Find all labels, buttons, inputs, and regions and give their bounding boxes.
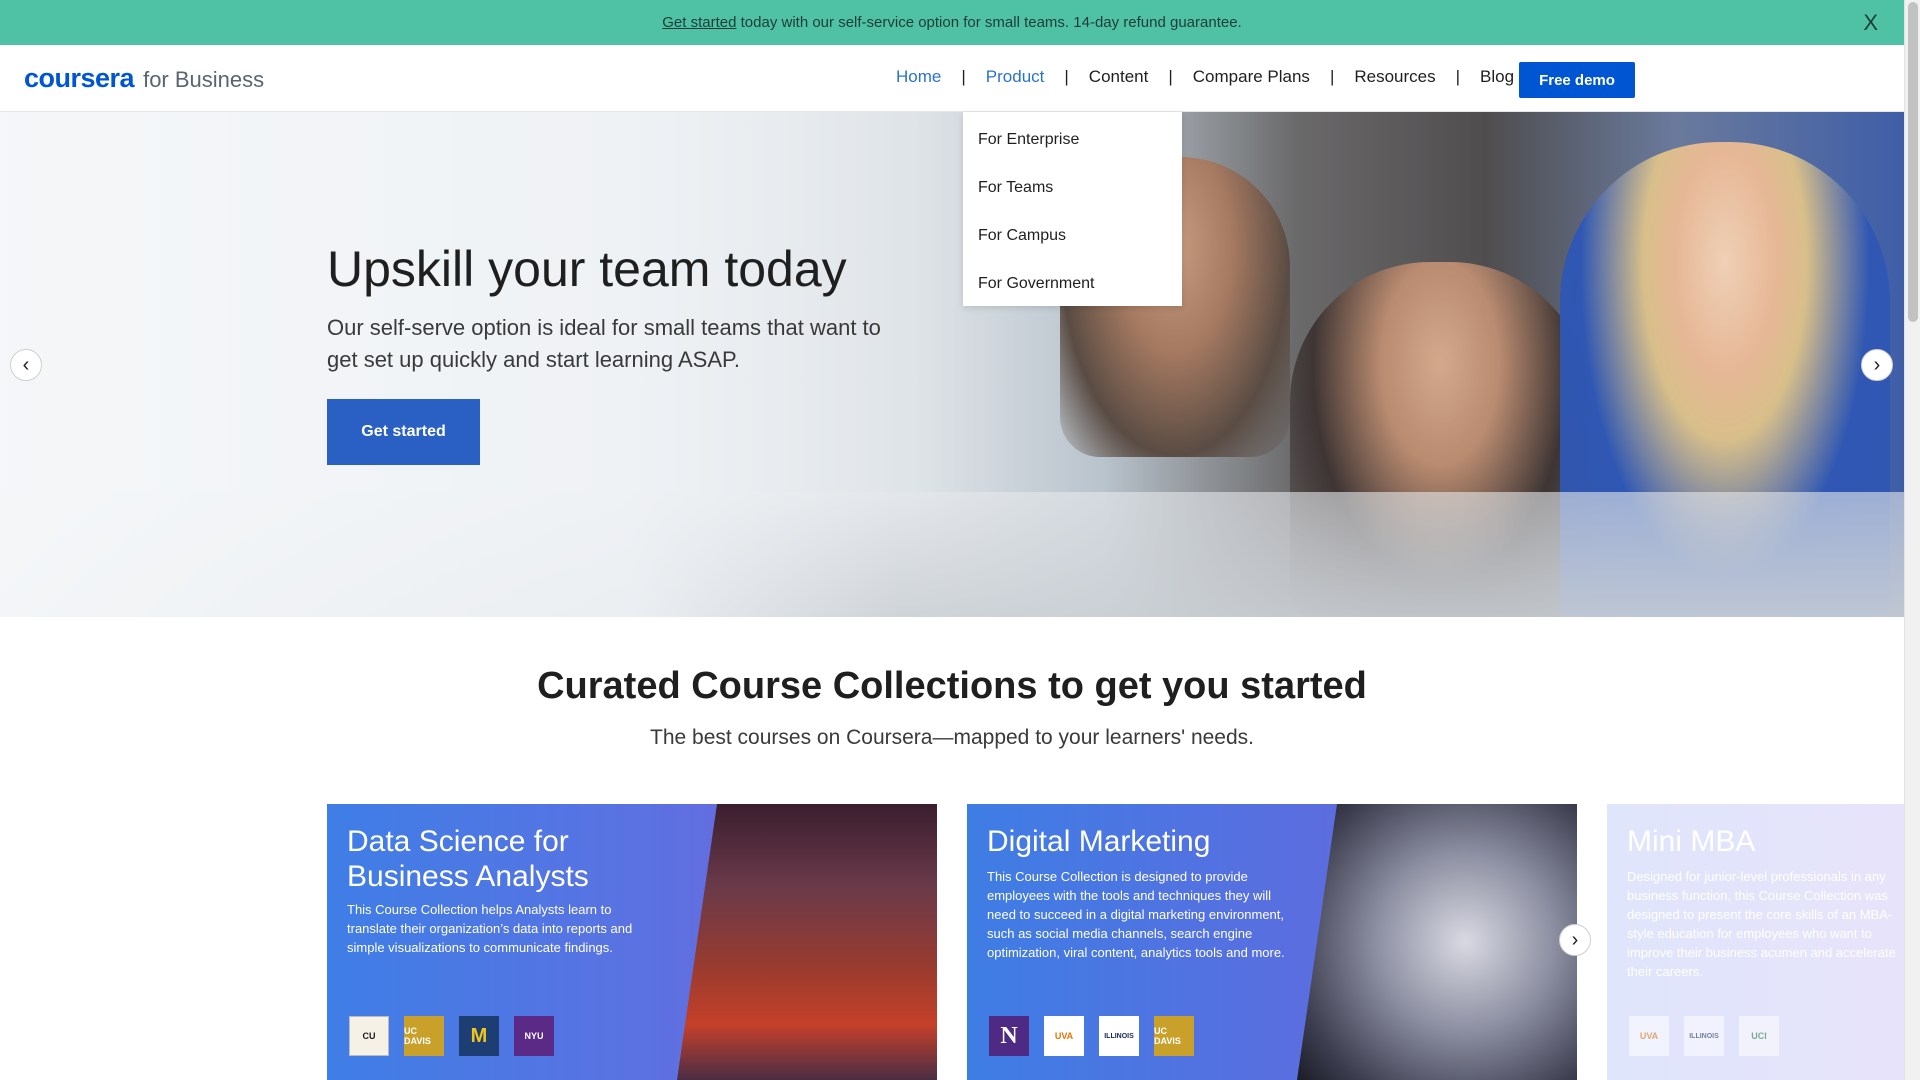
dropdown-item-teams[interactable]: For Teams (963, 164, 1182, 212)
university-logo: N (989, 1016, 1029, 1056)
scrollbar-thumb[interactable] (1908, 2, 1918, 322)
university-logo: UCI (1739, 1016, 1779, 1056)
university-logo: UC DAVIS (1154, 1016, 1194, 1056)
nav-separator: | (1064, 67, 1069, 86)
nav-compare-plans[interactable]: Compare Plans (1193, 67, 1310, 87)
banner-message: Get started today with our self-service … (662, 14, 1241, 31)
hero-title: Upskill your team today (327, 241, 847, 297)
main-nav: Home | Product | Content | Compare Plans… (896, 67, 1514, 87)
product-dropdown-menu: For Enterprise For Teams For Campus For … (963, 112, 1182, 306)
partner-logos: CU UC DAVIS M NYU (349, 1016, 554, 1056)
nav-separator: | (1168, 67, 1173, 86)
dropdown-item-enterprise[interactable]: For Enterprise (963, 116, 1182, 164)
card-title: Digital Marketing (987, 825, 1211, 858)
banner-text: today with our self-service option for s… (736, 14, 1242, 31)
nav-home[interactable]: Home (896, 67, 941, 87)
nav-separator: | (961, 67, 966, 86)
collections-title: Curated Course Collections to get you st… (537, 665, 1367, 707)
nav-resources[interactable]: Resources (1354, 67, 1435, 87)
card-photo (677, 804, 937, 1080)
logo-brand: coursera (24, 63, 135, 93)
logo-sub: for Business (143, 67, 265, 92)
page-scrollbar[interactable] (1904, 0, 1920, 1080)
dropdown-item-campus[interactable]: For Campus (963, 212, 1182, 260)
chevron-right-icon[interactable]: › (1861, 349, 1893, 381)
nav-blog[interactable]: Blog (1480, 67, 1514, 87)
announcement-banner: Get started today with our self-service … (0, 0, 1904, 45)
site-header: coursera for Business Home | Product | C… (0, 45, 1904, 112)
collections-subtitle: The best courses on Coursera—mapped to y… (650, 726, 1254, 749)
university-logo: UVA (1044, 1016, 1084, 1056)
nav-content[interactable]: Content (1089, 67, 1149, 87)
card-description: Designed for junior-level professionals … (1627, 869, 1896, 979)
nav-separator: | (1455, 67, 1461, 86)
nav-product[interactable]: Product (986, 67, 1045, 87)
collection-card-digital-marketing[interactable]: Digital Marketing This Course Collection… (967, 804, 1577, 1080)
card-photo (1297, 804, 1577, 1080)
hero-subtitle: Our self-serve option is ideal for small… (327, 315, 881, 372)
card-description: This Course Collection is designed to pr… (987, 869, 1285, 960)
partner-logos: UVA ILLINOIS UCI (1629, 1016, 1779, 1056)
coursera-logo[interactable]: coursera for Business (24, 63, 264, 94)
card-title: Mini MBA (1627, 825, 1756, 858)
university-logo: ILLINOIS (1099, 1016, 1139, 1056)
university-logo: CU (349, 1016, 389, 1056)
partner-logos: N UVA ILLINOIS UC DAVIS (989, 1016, 1194, 1056)
university-logo: NYU (514, 1016, 554, 1056)
chevron-left-icon[interactable]: ‹ (10, 349, 42, 381)
chevron-right-icon[interactable]: › (1559, 924, 1591, 956)
dropdown-item-government[interactable]: For Government (963, 260, 1182, 308)
free-demo-button[interactable]: Free demo (1519, 62, 1635, 98)
banner-get-started-link[interactable]: Get started (662, 14, 736, 31)
card-title: Data Science for Business Analysts (347, 825, 589, 893)
university-logo: UC DAVIS (404, 1016, 444, 1056)
collection-card-mini-mba[interactable]: Mini MBA Designed for junior-level profe… (1607, 804, 1904, 1080)
close-icon[interactable]: X (1863, 10, 1878, 36)
hero-carousel: Upskill your team today Our self-serve o… (0, 112, 1904, 617)
get-started-button[interactable]: Get started (327, 399, 480, 465)
collection-card-data-science[interactable]: Data Science for Business Analysts This … (327, 804, 937, 1080)
university-logo: M (459, 1016, 499, 1056)
university-logo: ILLINOIS (1684, 1016, 1724, 1056)
card-description: This Course Collection helps Analysts le… (347, 902, 633, 955)
nav-separator: | (1329, 67, 1335, 86)
university-logo: UVA (1629, 1016, 1669, 1056)
